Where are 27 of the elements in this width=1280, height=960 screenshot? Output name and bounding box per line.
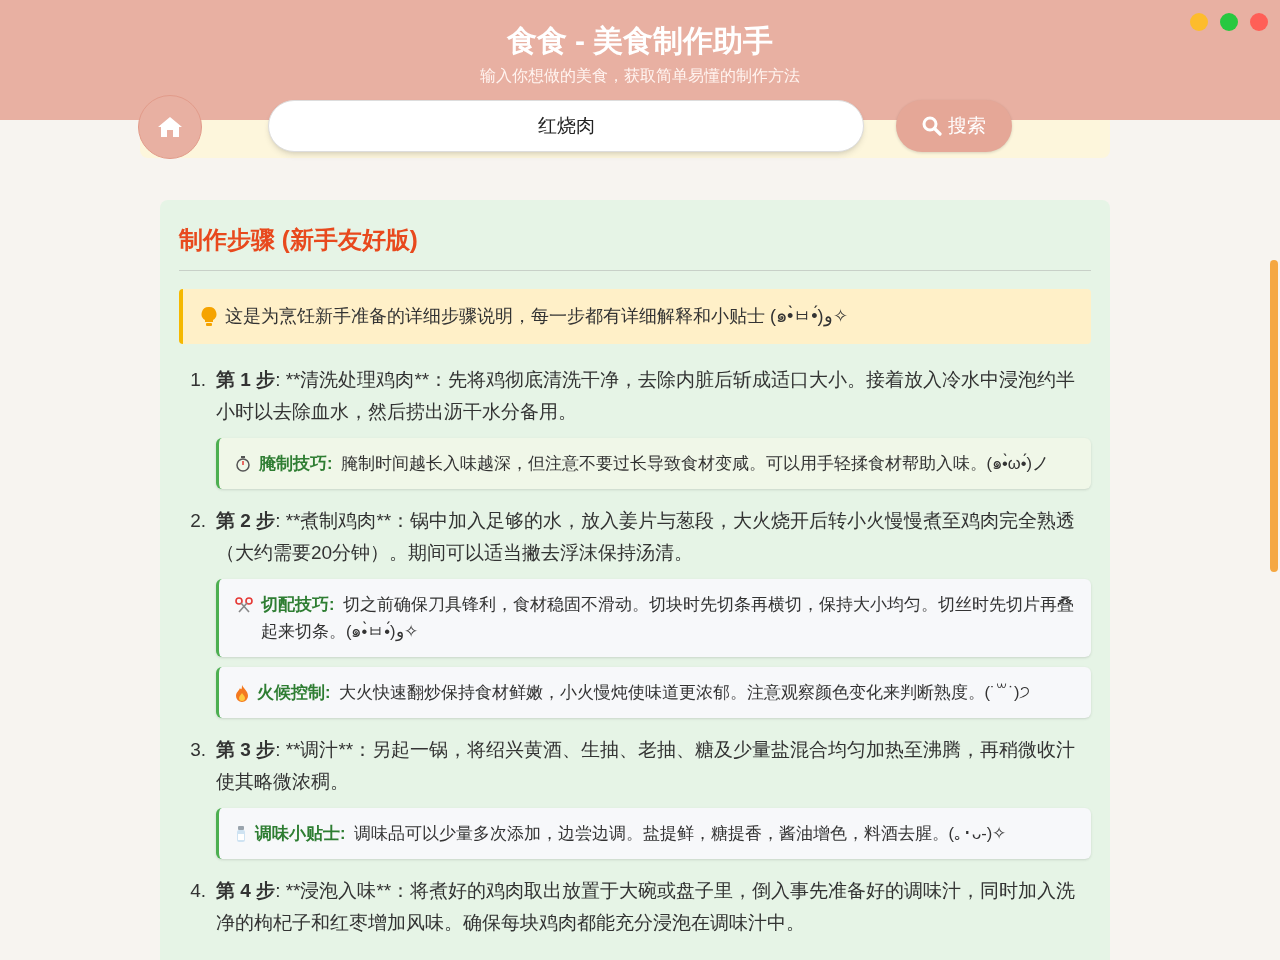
step-number: 1.: [189, 368, 207, 392]
step-text: 第 2 步: **煮制鸡肉**：锅中加入足够的水，放入姜片与葱段，大火烧开后转小火慢慢煮至鸡肉完全熟透（大约需要20分钟）。期间可以适当撇去浮沫保持汤清。: [216, 509, 1077, 565]
step-number: 2.: [189, 509, 207, 533]
search-field[interactable]: 红烧肉: [268, 100, 864, 152]
tip-text: 调味小贴士: 调味品可以少量多次添加，边尝边调。盐提鲜，糖提香，酱油增色，料酒去腥。(｡･ᴗ-)✧: [255, 823, 1007, 844]
scrollbar-thumb[interactable]: [1270, 260, 1278, 572]
lightbulb-icon: [201, 305, 217, 328]
tip-text: 腌制技巧: 腌制时间越长入味越深，但注意不要过长导致食材变咸。可以用手轻揉食材帮助入味。(๑•̀ω•́)ノ: [259, 452, 1049, 474]
scissors-icon: [235, 596, 253, 613]
window-control-button[interactable]: [1190, 13, 1208, 31]
salt-shaker-icon: [235, 824, 247, 843]
step-text: 第 1 步: **清洗处理鸡肉**：先将鸡彻底清洗干净，去除内脏后斩成适口大小。接着放入冷水中浸泡约半小时以去除血水，然后捞出沥干水分备用。: [216, 368, 1077, 424]
flame-icon: [235, 683, 249, 702]
window-control-button[interactable]: [1250, 13, 1268, 31]
window-control-button[interactable]: [1220, 13, 1238, 31]
app-subtitle: 输入你想做的美食，获取简单易懂的制作方法: [480, 66, 800, 86]
search-icon: [922, 116, 942, 136]
notice-text: 这是为烹饪新手准备的详细步骤说明，每一步都有详细解释和小贴士 (๑•̀ㅂ•́)و✧: [225, 304, 848, 329]
home-icon: [156, 115, 184, 139]
step-text: 第 4 步: **浸泡入味**：将煮好的鸡肉取出放置于大碗或盘子里，倒入事先准备好的调味汁，同时加入洗净的枸杞子和红枣增加风味。确保每块鸡肉都能充分浸泡在调味汁中。: [216, 879, 1077, 935]
stopwatch-icon: [235, 454, 251, 473]
tip-text: 火候控制: 大火快速翻炒保持食材鲜嫩，小火慢炖使味道更浓郁。注意观察颜色变化来判断熟度。(˙꒳˙)੭: [257, 682, 1031, 703]
step-number: 3.: [189, 738, 207, 762]
step-text: 第 3 步: **调汁**：另起一锅，将绍兴黄酒、生抽、老抽、糖及少量盐混合均匀加热至沸腾，再稍微收汁使其略微浓稠。: [216, 738, 1077, 794]
section-title: 制作步骤 (新手友好版): [179, 222, 1091, 271]
step-number: 4.: [189, 879, 207, 903]
app-title: 食食 - 美食制作助手: [506, 23, 774, 59]
